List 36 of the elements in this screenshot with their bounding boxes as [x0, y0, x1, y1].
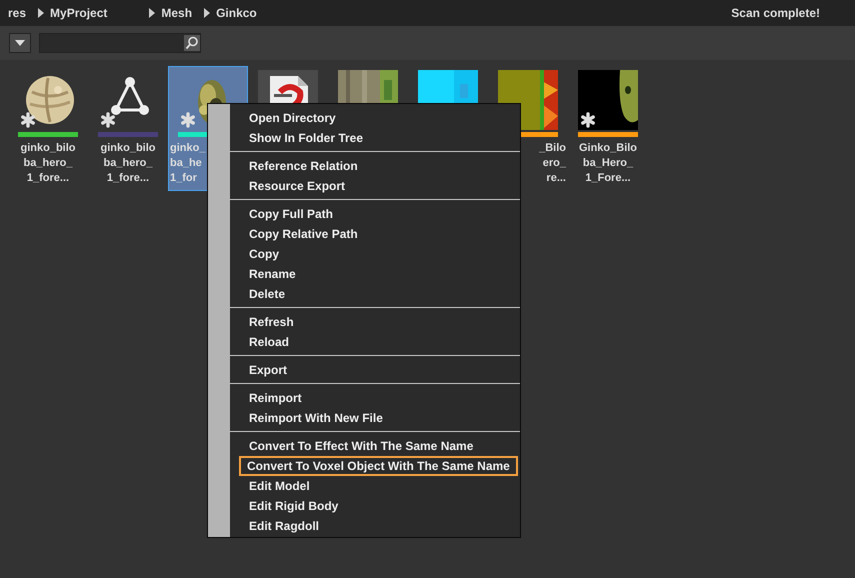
menu-item[interactable]: Show In Folder Tree — [241, 128, 372, 148]
menu-item[interactable]: Resource Export — [241, 176, 354, 196]
status-text: Scan complete! — [731, 6, 820, 20]
menu-item[interactable]: Reference Relation — [241, 156, 366, 176]
menu-item[interactable]: Edit Ragdoll — [241, 516, 327, 536]
menu-item[interactable]: Copy — [241, 244, 287, 264]
menu-item[interactable]: Edit Rigid Body — [241, 496, 346, 516]
chevron-right-icon — [149, 8, 156, 18]
asset-name: Ginko_Bilo ba_Hero_ 1_Fore... — [578, 141, 638, 186]
menu-item[interactable]: Reimport With New File — [241, 408, 391, 428]
chevron-right-icon — [38, 8, 44, 18]
menu-item[interactable]: Edit Model — [241, 476, 318, 496]
menu-item[interactable]: Reload — [241, 332, 298, 352]
breadcrumb-item[interactable]: MyProject — [50, 6, 108, 20]
menu-item[interactable]: Delete — [241, 284, 294, 304]
asset-name: ginko_bilo ba_hero_ 1_fore... — [100, 141, 156, 186]
breadcrumb-item[interactable]: Mesh — [161, 6, 192, 20]
breadcrumb-item[interactable]: res — [8, 6, 26, 20]
asset-name: ginko_ ba_he 1_for — [169, 141, 206, 186]
breadcrumb-item[interactable]: Ginkco — [216, 6, 257, 20]
menu-item[interactable]: Rename — [241, 264, 304, 284]
asset-name: ginko_bilo ba_hero_ 1_fore... — [20, 141, 76, 186]
menu-item[interactable]: Copy Full Path — [241, 204, 341, 224]
menu-item[interactable]: Open Directory — [241, 108, 344, 128]
caret-icon — [15, 40, 25, 46]
menu-item[interactable]: Convert To Effect With The Same Name — [241, 436, 482, 456]
asset-name: _Bilo ero_ re... — [538, 141, 567, 186]
chevron-right-icon — [204, 8, 210, 18]
search-field[interactable] — [39, 33, 201, 53]
menu-item[interactable]: Convert To Voxel Object With The Same Name — [239, 456, 518, 476]
menu-item[interactable]: Reimport — [241, 388, 310, 408]
dropdown-button[interactable] — [9, 33, 31, 53]
menu-item[interactable]: Copy Relative Path — [241, 224, 366, 244]
menu-item[interactable]: Refresh — [241, 312, 302, 332]
menu-item[interactable]: Export — [241, 360, 296, 380]
search-icon[interactable] — [184, 35, 200, 51]
